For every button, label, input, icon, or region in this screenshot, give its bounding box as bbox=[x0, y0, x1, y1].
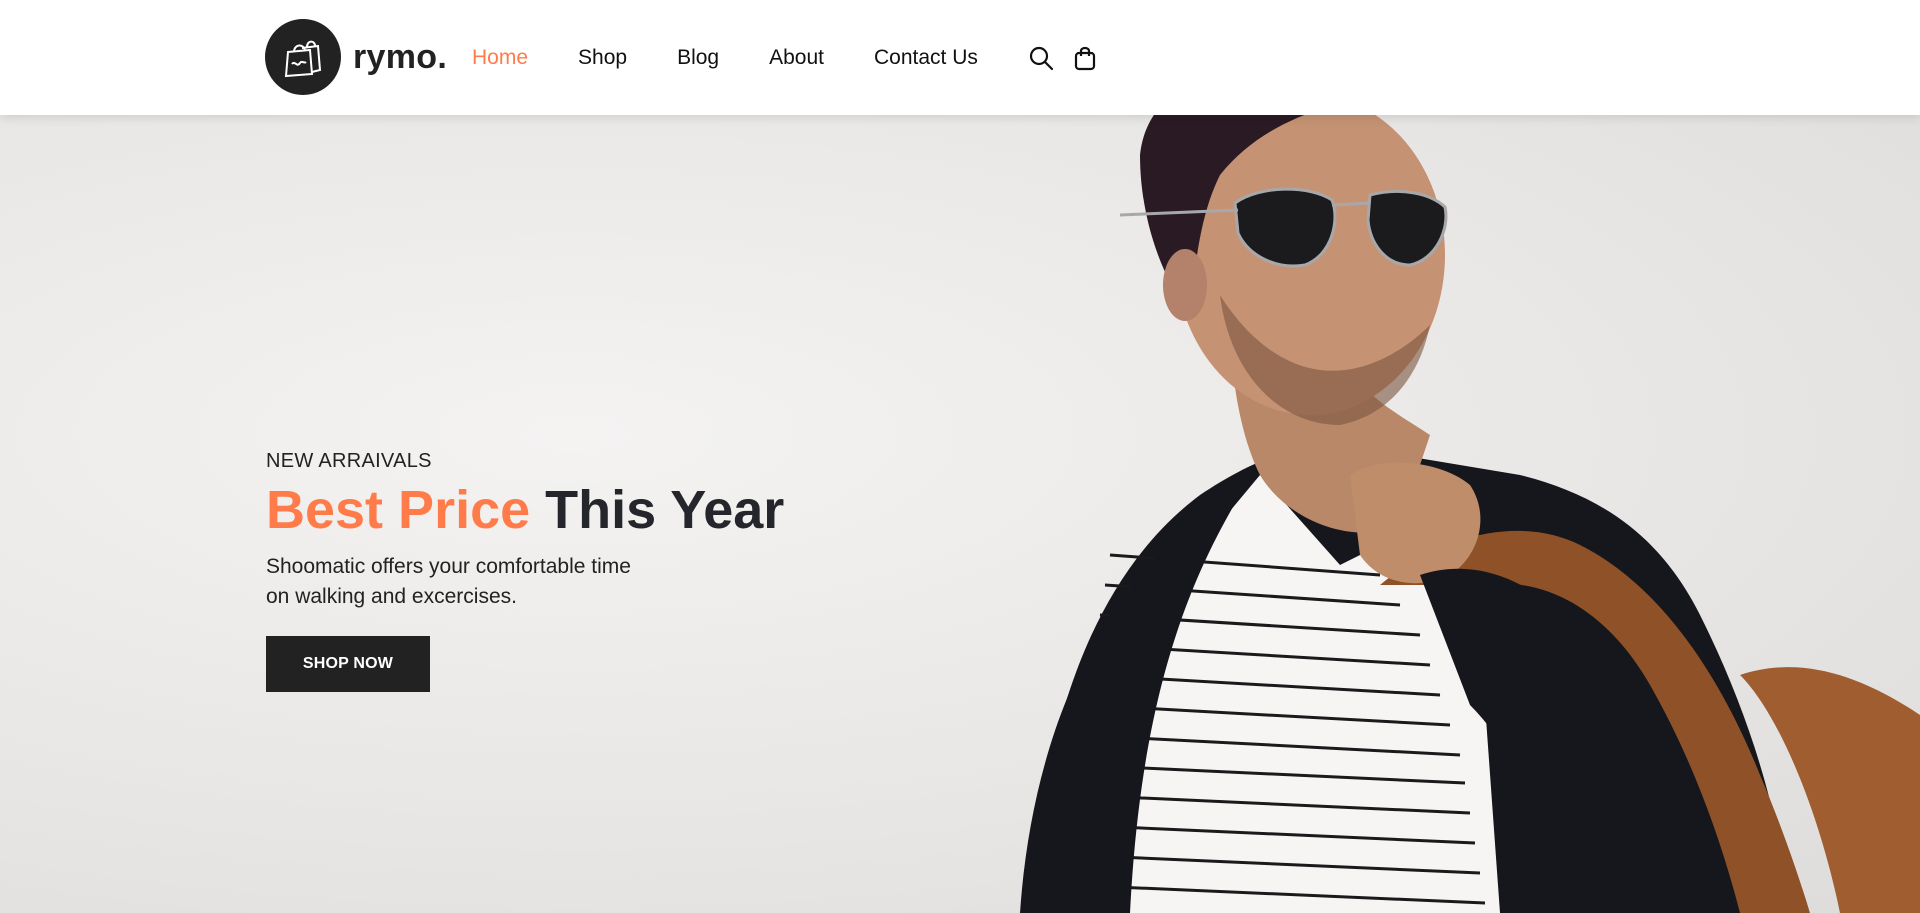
description-line-2: on walking and excercises. bbox=[266, 585, 517, 609]
cart-bag-icon[interactable] bbox=[1072, 45, 1098, 71]
headline-rest: This Year bbox=[545, 480, 785, 540]
brand-name: rymo. bbox=[353, 37, 448, 76]
main-nav: Home Shop Blog About Contact Us bbox=[472, 0, 1116, 115]
nav-item-contact-us[interactable]: Contact Us bbox=[874, 46, 978, 70]
description-line-1: Shoomatic offers your comfortable time bbox=[266, 555, 631, 579]
nav-item-home[interactable]: Home bbox=[472, 46, 528, 70]
shop-now-button[interactable]: SHOP NOW bbox=[266, 636, 430, 693]
nav-item-about[interactable]: About bbox=[769, 46, 824, 70]
hero-image bbox=[1020, 115, 1920, 913]
hero-headline: Best Price This Year bbox=[266, 480, 866, 540]
hero-description: Shoomatic offers your comfortable time o… bbox=[266, 552, 686, 612]
hero-eyebrow: NEW ARRAIVALS bbox=[266, 450, 432, 472]
brand-logo[interactable]: rymo. bbox=[265, 19, 447, 95]
site-header: rymo. Home Shop Blog About Contact Us bbox=[0, 0, 1920, 115]
headline-accent: Best Price bbox=[266, 480, 531, 540]
hero-banner: NEW ARRAIVALS Best Price This Year Shoom… bbox=[0, 115, 1920, 913]
search-icon[interactable] bbox=[1028, 45, 1054, 71]
nav-item-shop[interactable]: Shop bbox=[578, 46, 627, 70]
nav-item-blog[interactable]: Blog bbox=[677, 46, 719, 70]
hero-content: NEW ARRAIVALS Best Price This Year Shoom… bbox=[266, 450, 866, 693]
shopping-bag-icon bbox=[265, 19, 341, 95]
